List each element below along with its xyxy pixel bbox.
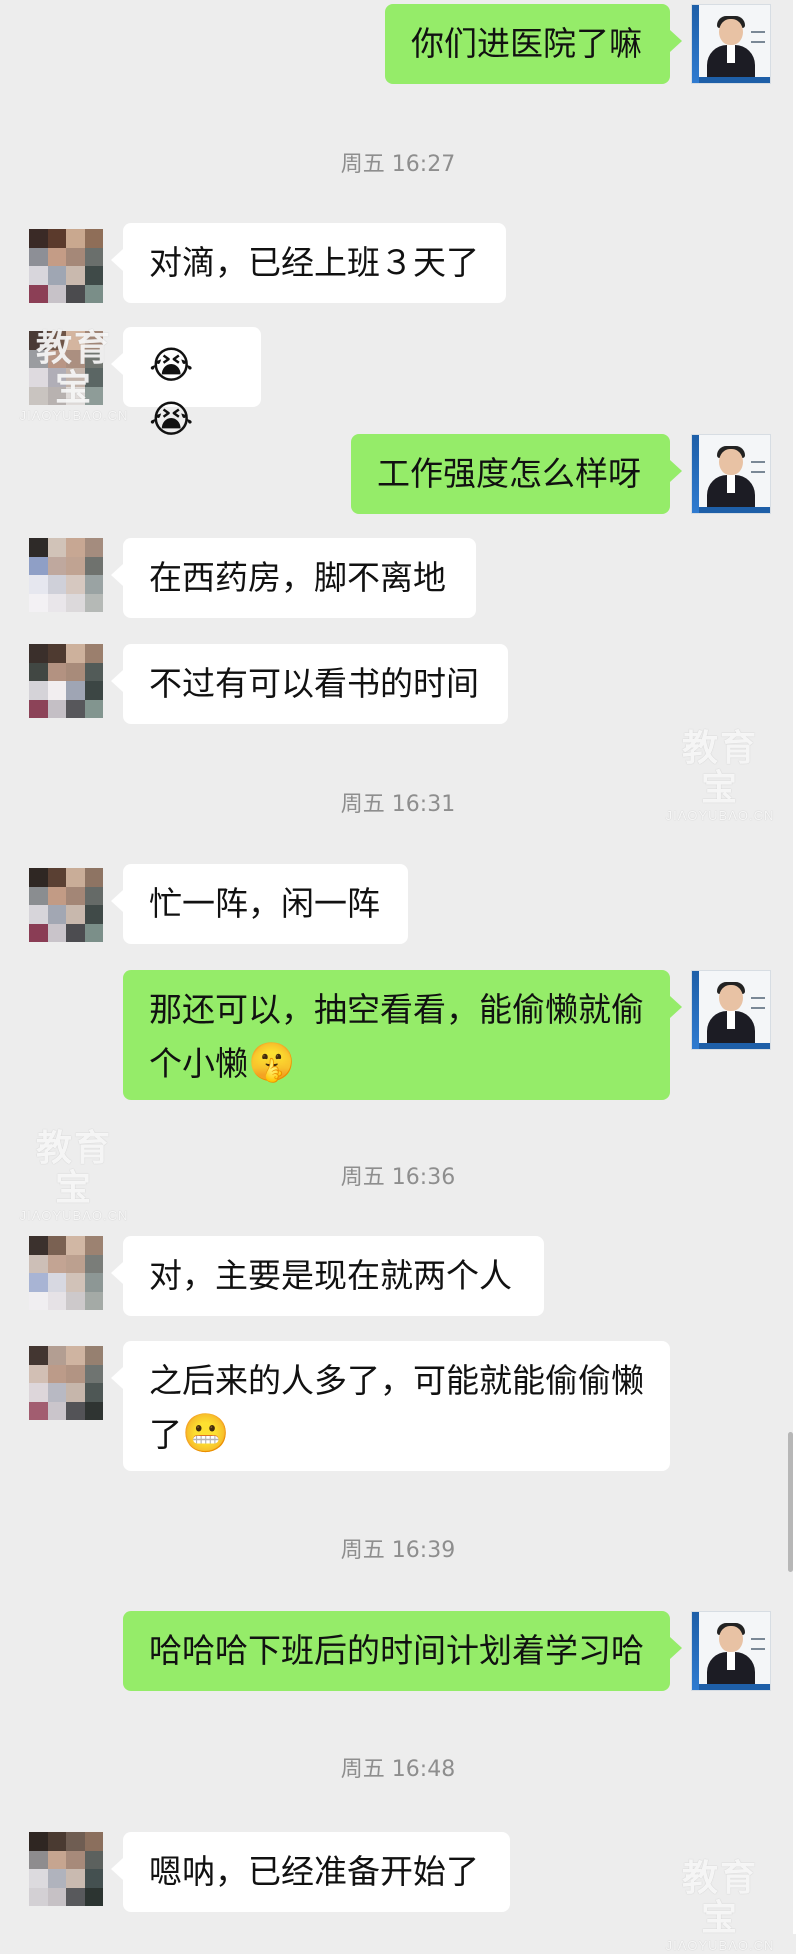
- contact-avatar[interactable]: [29, 868, 103, 942]
- message-text: 工作强度怎么样呀: [377, 454, 641, 493]
- incoming-message[interactable]: 对滴，已经上班３天了: [111, 223, 506, 303]
- message-text: 在西药房，脚不离地: [149, 558, 446, 597]
- message-text-line-1: 那还可以，抽空看看，能偷懒就偷: [149, 990, 644, 1029]
- contact-avatar[interactable]: [29, 1832, 103, 1906]
- contact-avatar[interactable]: [29, 644, 103, 718]
- message-text: 不过有可以看书的时间: [149, 664, 479, 703]
- message-text: 对，主要是现在就两个人: [149, 1256, 512, 1295]
- outgoing-message[interactable]: 哈哈哈下班后的时间计划着学习哈: [123, 1611, 682, 1691]
- contact-avatar[interactable]: [29, 1236, 103, 1310]
- message-text: 哈哈哈下班后的时间计划着学习哈: [149, 1631, 644, 1670]
- outgoing-message[interactable]: 那还可以，抽空看看，能偷懒就偷 个小懒🤫: [123, 970, 682, 1100]
- my-avatar[interactable]: [691, 434, 771, 514]
- contact-avatar[interactable]: [29, 1346, 103, 1420]
- watermark: 教育宝 JIAOYUBAO.CN: [19, 1127, 129, 1224]
- message-text-line-2: 了: [149, 1415, 182, 1454]
- incoming-message[interactable]: 忙一阵，闲一阵: [111, 864, 408, 944]
- outgoing-message[interactable]: 工作强度怎么样呀: [351, 434, 682, 514]
- incoming-message[interactable]: 😭😭: [111, 327, 261, 441]
- incoming-message[interactable]: 之后来的人多了，可能就能偷偷懒 了😬: [111, 1341, 670, 1471]
- watermark: 教育宝 JIAOYUBAO.CN: [665, 727, 775, 824]
- my-avatar[interactable]: [691, 4, 771, 84]
- message-text: 嗯呐，已经准备开始了: [149, 1852, 479, 1891]
- incoming-message[interactable]: 嗯呐，已经准备开始了: [111, 1832, 510, 1912]
- message-text: 忙一阵，闲一阵: [149, 884, 380, 923]
- message-text: 你们进医院了嘛: [411, 24, 642, 63]
- timestamp: 周五 16:27: [340, 152, 456, 177]
- incoming-message[interactable]: 在西药房，脚不离地: [111, 538, 476, 618]
- timestamp: 周五 16:39: [340, 1538, 456, 1563]
- timestamp: 周五 16:48: [340, 1757, 456, 1782]
- incoming-message[interactable]: 不过有可以看书的时间: [111, 644, 508, 724]
- watermark: 教育宝 JIAOYUBAO.CN: [665, 1857, 775, 1954]
- contact-avatar[interactable]: [29, 229, 103, 303]
- grimacing-face-emoji: 😬: [182, 1411, 230, 1455]
- contact-avatar[interactable]: [29, 538, 103, 612]
- message-text: 对滴，已经上班３天了: [149, 243, 479, 282]
- outgoing-message[interactable]: 你们进医院了嘛: [385, 4, 682, 84]
- incoming-message[interactable]: 对，主要是现在就两个人: [111, 1236, 544, 1316]
- watermark: 教育宝 JIAOYUBAO.CN: [19, 327, 129, 424]
- message-text-line-2: 个小懒: [149, 1044, 248, 1083]
- message-text-line-1: 之后来的人多了，可能就能偷偷懒: [149, 1361, 644, 1400]
- crying-face-emoji: 😭😭: [149, 343, 194, 441]
- my-avatar[interactable]: [691, 970, 771, 1050]
- my-avatar[interactable]: [691, 1611, 771, 1691]
- shushing-face-emoji: 🤫: [248, 1040, 296, 1084]
